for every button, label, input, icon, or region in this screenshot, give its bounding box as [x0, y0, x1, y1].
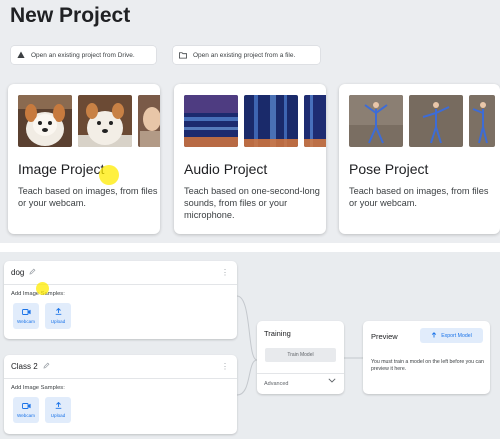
spectrogram-thumbnail: [184, 95, 238, 147]
cursor-highlight: [99, 165, 119, 185]
upload-button[interactable]: Upload: [45, 303, 71, 329]
dog-photo-thumbnail: [78, 95, 132, 147]
pose-project-description: Teach based on images, from files or you…: [349, 186, 489, 208]
dog-photo-thumbnail: [18, 95, 72, 147]
preview-title: Preview: [371, 332, 398, 341]
export-model-label: Export Model: [441, 332, 472, 339]
webcam-button[interactable]: Webcam: [13, 397, 39, 423]
upload-label: Upload: [50, 413, 66, 418]
pose-project-card[interactable]: Pose Project Teach based on images, from…: [339, 84, 500, 234]
chevron-down-icon[interactable]: [328, 378, 336, 385]
open-from-drive-label: Open an existing project from Drive.: [31, 51, 135, 59]
image-project-title: Image Project: [18, 161, 105, 177]
upload-label: Upload: [50, 319, 66, 324]
webcam-label: Webcam: [16, 412, 36, 418]
folder-icon: [179, 51, 187, 59]
training-card: Training Train Model Advanced: [257, 321, 344, 394]
person-photo-thumbnail: [138, 95, 160, 147]
class-card-2: Class 2 ⋮ Add Image Samples: Webcam Uplo…: [4, 355, 237, 434]
webcam-icon: [21, 308, 31, 316]
image-project-card[interactable]: Image Project Teach based on images, fro…: [8, 84, 160, 234]
open-from-drive-button[interactable]: Open an existing project from Drive.: [11, 46, 156, 64]
edit-pencil-icon[interactable]: [29, 268, 36, 277]
drive-icon: [17, 51, 25, 59]
spectrogram-thumbnail: [244, 95, 298, 147]
upload-icon: [55, 307, 62, 316]
export-model-button[interactable]: Export Model: [420, 328, 483, 343]
class-card-dog: dog ⋮ Add Image Samples: Webcam Upload: [4, 261, 237, 339]
image-project-description: Teach based on images, from files or you…: [18, 186, 158, 208]
preview-card: Preview Export Model You must train a mo…: [363, 321, 490, 394]
webcam-label: Webcam: [16, 318, 36, 324]
page-title: New Project: [10, 4, 131, 27]
cursor-highlight: [36, 282, 49, 295]
train-model-button[interactable]: Train Model: [265, 348, 336, 362]
pose-project-title: Pose Project: [349, 161, 429, 177]
edit-pencil-icon[interactable]: [43, 362, 50, 371]
webcam-icon: [21, 402, 31, 410]
audio-project-title: Audio Project: [184, 161, 268, 177]
export-icon: [431, 331, 437, 340]
spectrogram-thumbnail: [304, 95, 326, 147]
upload-icon: [55, 401, 62, 410]
preview-message: You must train a model on the left befor…: [371, 359, 484, 372]
more-options-icon[interactable]: ⋮: [221, 362, 229, 371]
new-project-panel: New Project Open an existing project fro…: [0, 0, 500, 243]
audio-project-description: Teach based on one-second-long sounds, f…: [184, 186, 320, 220]
training-title: Training: [264, 329, 291, 338]
open-from-file-label: Open an existing project from a file.: [193, 51, 296, 59]
add-samples-label: Add Image Samples:: [11, 385, 65, 391]
pose-photo-thumbnail: [469, 95, 495, 147]
open-from-file-button[interactable]: Open an existing project from a file.: [173, 46, 320, 64]
more-options-icon[interactable]: ⋮: [221, 268, 229, 277]
classifier-workspace: dog ⋮ Add Image Samples: Webcam Upload C…: [0, 252, 500, 439]
webcam-button[interactable]: Webcam: [13, 303, 39, 329]
pose-photo-thumbnail: [409, 95, 463, 147]
audio-project-card[interactable]: Audio Project Teach based on one-second-…: [174, 84, 326, 234]
class-name[interactable]: Class 2: [11, 362, 38, 371]
class-name[interactable]: dog: [11, 268, 24, 277]
pose-photo-thumbnail: [349, 95, 403, 147]
upload-button[interactable]: Upload: [45, 397, 71, 423]
